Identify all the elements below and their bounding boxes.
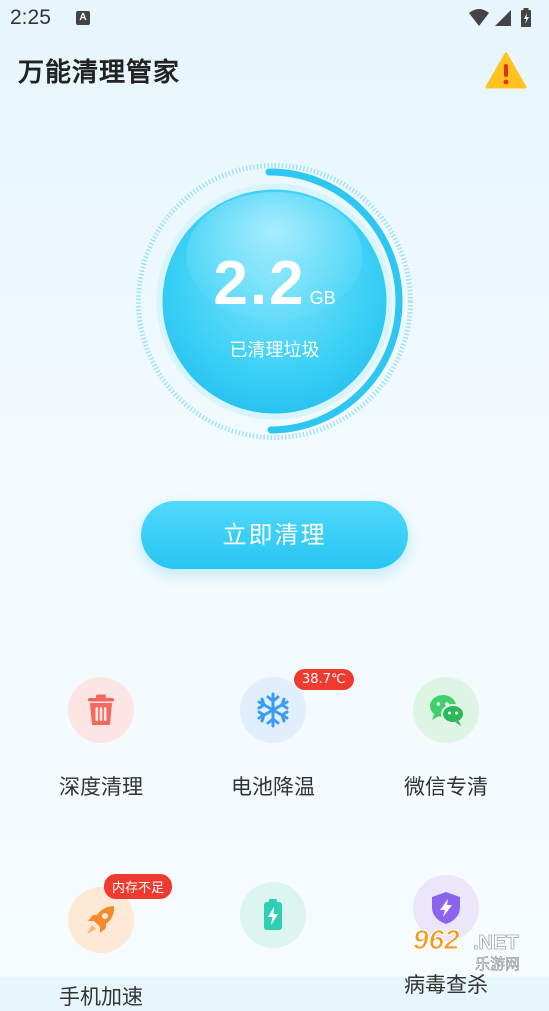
cleaned-unit: GB	[309, 288, 336, 308]
signal-icon	[495, 10, 511, 26]
cleaned-label: 已清理垃圾	[229, 340, 320, 361]
feature-phone-boost[interactable]: 手机加速 内存不足	[21, 874, 181, 1011]
svg-text:962: 962	[413, 924, 460, 955]
clean-now-button[interactable]: 立即清理	[141, 501, 408, 569]
trash-icon	[68, 677, 134, 743]
warning-icon[interactable]	[485, 52, 527, 90]
app-title: 万能清理管家	[18, 58, 181, 88]
feature-battery[interactable]	[193, 882, 353, 976]
svg-text:.NET: .NET	[473, 932, 519, 954]
feature-label: 手机加速	[59, 985, 143, 1009]
svg-text:乐游网: 乐游网	[475, 955, 520, 973]
feature-label: 电池降温	[231, 775, 315, 799]
feature-label: 微信专清	[404, 775, 488, 799]
feature-deep-clean[interactable]: 深度清理	[21, 677, 181, 801]
feature-label: 深度清理	[59, 775, 143, 799]
cleaned-amount: 2.2	[213, 249, 306, 318]
feature-battery-cool[interactable]: 电池降温 38.7℃	[193, 669, 354, 801]
cleaned-gauge: 2.2 GB 已清理垃圾	[133, 160, 416, 443]
memory-badge: 内存不足	[104, 874, 173, 899]
battery-icon	[240, 882, 306, 948]
notification-icon: A	[76, 11, 90, 25]
site-watermark-logo: 962 .NET 乐游网	[411, 919, 541, 974]
wechat-icon	[413, 677, 479, 743]
wifi-icon	[469, 9, 489, 26]
battery-status-icon	[521, 8, 531, 27]
status-bar: 2:25 A	[0, 0, 549, 36]
status-time: 2:25	[10, 6, 51, 29]
gauge-value: 2.2 GB	[133, 248, 416, 319]
status-icons	[467, 7, 537, 29]
feature-label: 病毒查杀	[404, 973, 488, 997]
temperature-badge: 38.7℃	[294, 669, 354, 690]
feature-wechat-clean[interactable]: 微信专清	[366, 677, 526, 801]
